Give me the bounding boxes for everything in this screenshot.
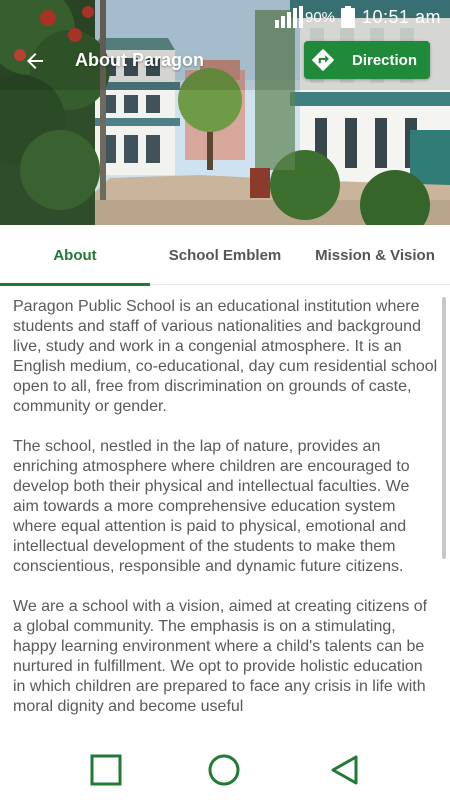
triangle-back-icon: [331, 755, 358, 785]
tab-mission-vision[interactable]: Mission & Vision: [300, 225, 450, 285]
app-bar: About Paragon Direction: [0, 40, 450, 82]
paragraph: The school, nestled in the lap of nature…: [13, 438, 410, 575]
status-bar: 90% 10:51 am: [0, 0, 450, 34]
page-title: About Paragon: [75, 50, 204, 70]
battery-icon: [341, 6, 355, 28]
directions-icon: [312, 49, 334, 71]
tab-bar: About School Emblem Mission & Vision: [0, 225, 450, 286]
square-recents-icon: [90, 754, 122, 786]
scrollbar[interactable]: [442, 297, 446, 559]
direction-label: Direction: [352, 51, 418, 69]
about-text: Paragon Public School is an educational …: [13, 297, 439, 737]
paragraph: We are a school with a vision, aimed at …: [13, 598, 428, 715]
back-button[interactable]: [18, 44, 52, 78]
system-nav-bar: [0, 740, 450, 800]
clock: 10:51 am: [362, 7, 442, 27]
recents-button[interactable]: [86, 750, 126, 790]
tab-about[interactable]: About: [0, 225, 150, 286]
header-banner: 90% 10:51 am About Paragon Direction: [0, 0, 450, 225]
signal-icon: [275, 6, 303, 28]
battery-percent: 90%: [305, 9, 336, 26]
home-button[interactable]: [204, 750, 244, 790]
direction-button[interactable]: Direction: [304, 41, 430, 79]
tab-school-emblem[interactable]: School Emblem: [150, 225, 300, 285]
circle-home-icon: [208, 754, 240, 786]
paragraph: Paragon Public School is an educational …: [13, 298, 438, 415]
arrow-back-icon: [27, 53, 43, 69]
back-nav-button[interactable]: [324, 750, 364, 790]
